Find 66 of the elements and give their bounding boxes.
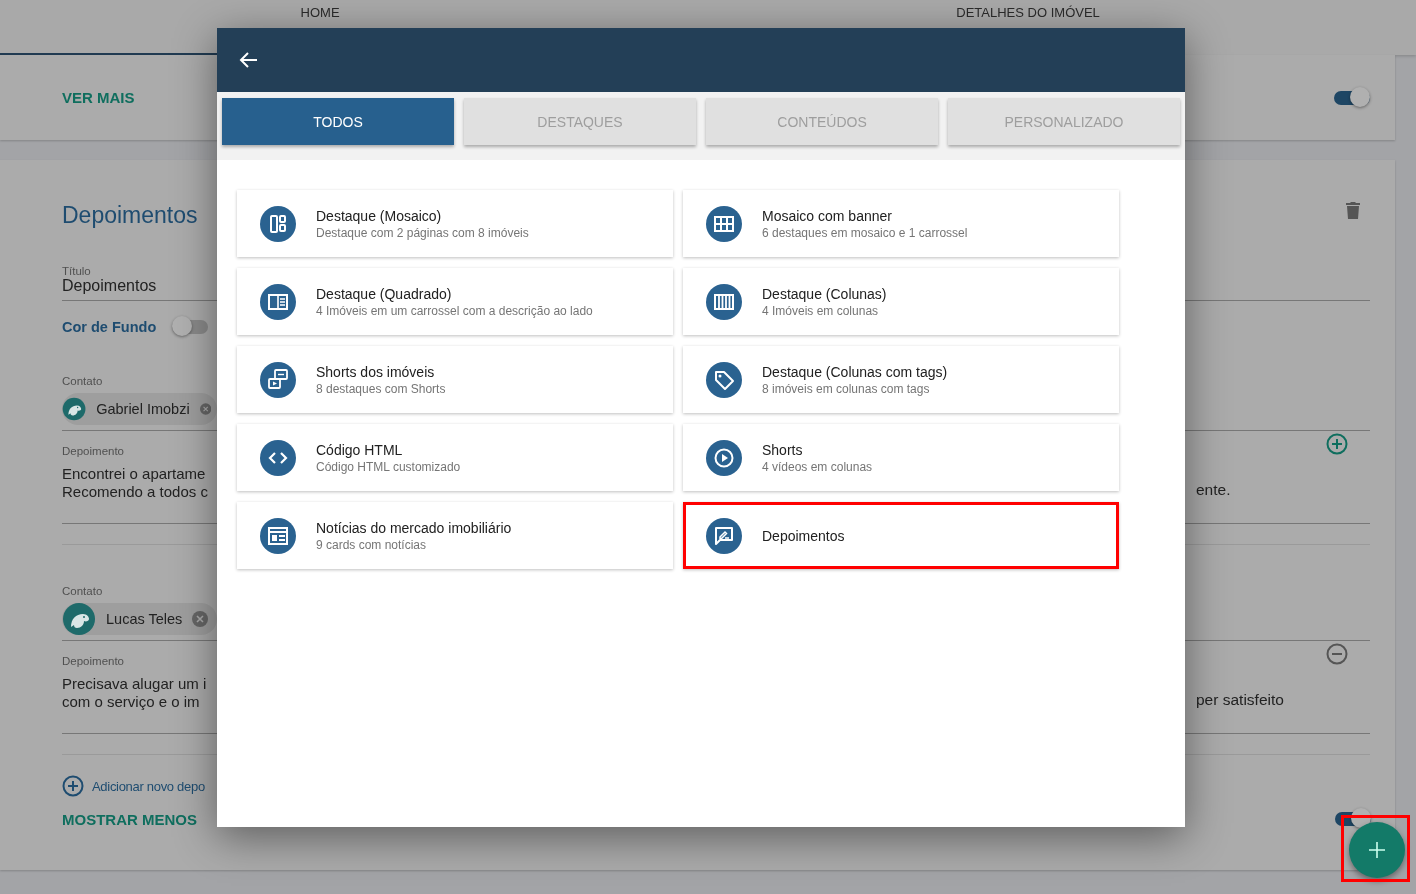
add-icon[interactable]: [1326, 433, 1348, 455]
add-icon[interactable]: [62, 775, 84, 797]
block-option-card[interactable]: Depoimentos: [683, 502, 1119, 569]
news-icon: [260, 517, 296, 554]
dialog-tab[interactable]: TODOS: [222, 98, 454, 145]
block-option-card[interactable]: Destaque (Quadrado) 4 Imóveis em um carrossel com a descrição ao lado: [237, 268, 673, 335]
play-icon: [706, 439, 742, 476]
option-description: 4 Imóveis em um carrossel com a descrição ao lado: [316, 303, 593, 318]
option-title: Depoimentos: [762, 527, 845, 544]
field-label: Depoimento: [62, 445, 125, 457]
testimonial-text[interactable]: Precisava alugar um i com o serviço e o im: [62, 667, 217, 711]
grid-icon: [706, 205, 742, 242]
option-description: 8 destaques com Shorts: [316, 381, 446, 396]
columns-icon: [706, 283, 742, 320]
option-title: Destaque (Quadrado): [316, 285, 453, 302]
option-title: Destaque (Mosaico): [316, 207, 443, 224]
testimonial-text[interactable]: Encontrei o apartame Recomendo a todos c: [62, 457, 217, 501]
testimonial-text[interactable]: ente.: [1185, 457, 1370, 499]
remove-icon[interactable]: [1326, 643, 1348, 665]
option-description: Destaque com 2 páginas com 8 imóveis: [316, 225, 529, 240]
comment-icon: [706, 517, 742, 554]
option-description: 8 imóveis em colunas com tags: [762, 381, 931, 396]
section-title: Depoimentos: [62, 202, 199, 229]
option-description: 4 Imóveis em colunas: [762, 303, 880, 318]
block-option-card[interactable]: Destaque (Colunas com tags) 8 imóveis em colunas com tags: [683, 346, 1119, 413]
media-icon: [260, 361, 296, 398]
back-button[interactable]: [239, 50, 259, 70]
contact-chip[interactable]: Gabriel Imobzi: [62, 393, 217, 425]
block-option-card[interactable]: Mosaico com banner 6 destaques em mosaico e 1 carrossel: [683, 190, 1119, 257]
option-title: Destaque (Colunas com tags): [762, 363, 948, 380]
add-testimonial-link[interactable]: Adicionar novo depo: [92, 778, 205, 794]
block-option-card[interactable]: Destaque (Colunas) 4 Imóveis em colunas: [683, 268, 1119, 335]
layout-icon: [260, 205, 296, 242]
option-title: Destaque (Colunas): [762, 285, 887, 302]
remove-icon[interactable]: [192, 611, 209, 627]
block-option-card[interactable]: Destaque (Mosaico) Destaque com 2 páginas com 8 imóveis: [237, 190, 673, 257]
block-option-card[interactable]: Shorts dos imóveis 8 destaques com Shorts: [237, 346, 673, 413]
tag-icon: [706, 361, 742, 398]
option-description: 4 vídeos em colunas: [762, 459, 873, 474]
plus-icon: [1367, 840, 1387, 860]
block-option-card[interactable]: Notícias do mercado imobiliário 9 cards com notícias: [237, 502, 673, 569]
field-label: Contato: [62, 585, 104, 597]
block-option-card[interactable]: Código HTML Código HTML customizado: [237, 424, 673, 491]
option-title: Código HTML: [316, 441, 404, 458]
field-label: Depoimento: [62, 655, 125, 667]
option-description: 9 cards com notícias: [316, 537, 428, 552]
avatar-icon: [62, 602, 96, 636]
contact-chip[interactable]: Lucas Teles: [62, 603, 217, 635]
remove-icon[interactable]: [199, 401, 211, 417]
toggle-switch[interactable]: [1334, 90, 1370, 105]
field-label: Título: [62, 265, 92, 277]
block-option-card[interactable]: Shorts 4 vídeos em colunas: [683, 424, 1119, 491]
option-title: Shorts: [762, 441, 804, 458]
page-tab[interactable]: DETALHES DO IMÓVEL: [640, 0, 1416, 55]
testimonial-text[interactable]: per satisfeito: [1185, 667, 1370, 709]
toggle-label: Cor de Fundo: [62, 319, 157, 335]
field-label: Contato: [62, 375, 104, 387]
option-description: 6 destaques em mosaico e 1 carrossel: [762, 225, 968, 240]
delete-icon[interactable]: [1346, 200, 1360, 219]
option-title: Shorts dos imóveis: [316, 363, 436, 380]
panel-icon: [260, 283, 296, 320]
code-icon: [260, 439, 296, 476]
option-description: Código HTML customizado: [316, 459, 461, 474]
option-title: Mosaico com banner: [762, 207, 893, 224]
option-title: Notícias do mercado imobiliário: [316, 519, 512, 536]
add-button[interactable]: [1349, 822, 1405, 878]
